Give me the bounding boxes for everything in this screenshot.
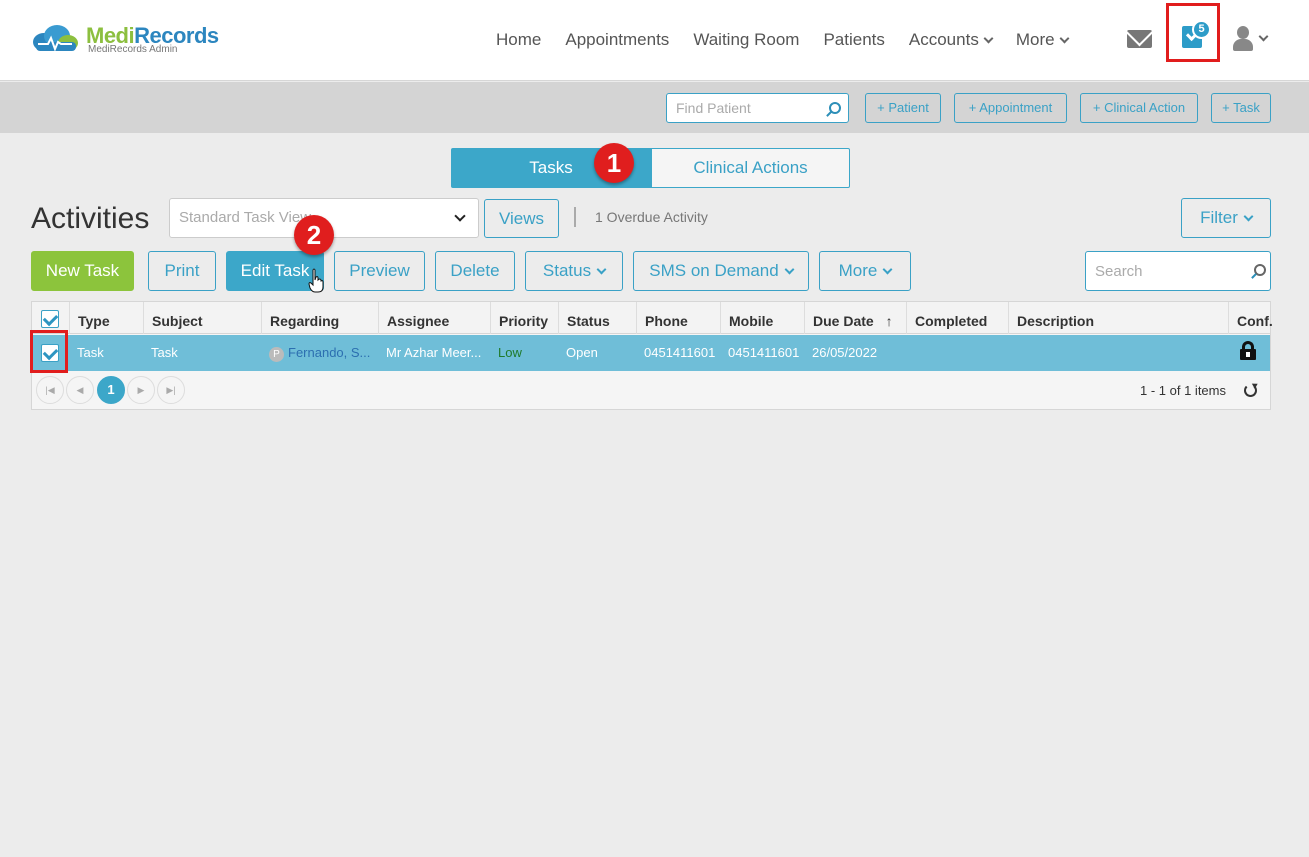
- cell-phone: 0451411601: [644, 345, 716, 360]
- col-phone[interactable]: Phone: [636, 302, 720, 334]
- top-navbar: MediRecords MediRecords Admin Home Appoi…: [0, 0, 1309, 81]
- chevron-down-icon: [1243, 211, 1254, 222]
- grid-search-placeholder: Search: [1095, 263, 1143, 280]
- chevron-down-icon: [983, 33, 994, 44]
- table-row[interactable]: Task Task P Fernando, S... Mr Azhar Meer.…: [30, 330, 1270, 373]
- activities-grid: Type Subject Regarding Assignee Priority…: [30, 301, 1273, 410]
- col-subject[interactable]: Subject: [143, 302, 261, 334]
- sms-on-demand-button[interactable]: SMS on Demand: [633, 251, 809, 291]
- overdue-count[interactable]: 1 Overdue Activity: [595, 209, 708, 225]
- chevron-down-icon: [882, 264, 893, 275]
- regarding-patient-link[interactable]: Fernando, S...: [288, 345, 370, 360]
- select-all-checkbox[interactable]: [41, 310, 59, 328]
- cell-description: [1008, 335, 1228, 371]
- grid-pager: |◀ ◀ 1 ▶ ▶| 1 - 1 of 1 items: [32, 372, 1270, 410]
- last-page-button[interactable]: ▶|: [157, 376, 185, 404]
- print-button[interactable]: Print: [148, 251, 216, 291]
- col-completed[interactable]: Completed: [906, 302, 1008, 334]
- tab-clinical-actions[interactable]: Clinical Actions: [651, 148, 850, 188]
- sort-ascending-icon: ↑: [885, 313, 893, 329]
- next-page-button[interactable]: ▶: [127, 376, 155, 404]
- cell-mobile: 0451411601: [728, 345, 800, 360]
- cell-status: Open: [566, 345, 598, 360]
- step-marker-2: 2: [294, 215, 334, 255]
- col-priority[interactable]: Priority: [490, 302, 558, 334]
- chevron-down-icon: [596, 264, 607, 275]
- cloud-logo-icon: [33, 25, 78, 52]
- add-clinical-action-button[interactable]: + Clinical Action: [1080, 93, 1198, 123]
- prev-page-button[interactable]: ◀: [66, 376, 94, 404]
- cell-assignee: Mr Azhar Meer...: [386, 345, 482, 360]
- row-checkbox[interactable]: [41, 344, 59, 362]
- cell-type: Task: [77, 345, 104, 360]
- nav-home[interactable]: Home: [496, 30, 541, 50]
- preview-button[interactable]: Preview: [334, 251, 425, 291]
- nav-accounts[interactable]: Accounts: [908, 30, 994, 50]
- col-confidential[interactable]: Conf.: [1228, 302, 1273, 334]
- mail-icon[interactable]: [1127, 30, 1152, 48]
- cell-completed: [906, 335, 1008, 371]
- divider: [574, 207, 576, 227]
- page-title: Activities: [31, 202, 150, 235]
- filter-button[interactable]: Filter: [1181, 198, 1271, 238]
- chevron-down-icon: [454, 210, 466, 222]
- chevron-down-icon: [1059, 33, 1070, 44]
- medirecords-logo[interactable]: MediRecords MediRecords Admin: [30, 24, 219, 55]
- nav-waiting-room[interactable]: Waiting Room: [693, 30, 799, 50]
- page-button[interactable]: 1: [97, 376, 125, 404]
- col-description[interactable]: Description: [1008, 302, 1228, 334]
- nav-more[interactable]: More: [1015, 30, 1070, 50]
- tasks-icon-highlight[interactable]: 5: [1166, 3, 1220, 62]
- nav-appointments[interactable]: Appointments: [565, 30, 669, 50]
- find-patient-input[interactable]: Find Patient: [666, 93, 849, 123]
- nav-patients[interactable]: Patients: [823, 30, 884, 50]
- grid-search-input[interactable]: Search: [1085, 251, 1271, 291]
- filter-label: Filter: [1200, 208, 1238, 227]
- more-label: More: [838, 261, 878, 280]
- col-regarding[interactable]: Regarding: [261, 302, 378, 334]
- refresh-icon[interactable]: [1244, 384, 1257, 397]
- tasks-count-badge: 5: [1192, 20, 1211, 39]
- lock-icon: [1240, 341, 1256, 361]
- cell-subject: Task: [151, 345, 178, 360]
- new-task-button[interactable]: New Task: [31, 251, 134, 291]
- col-assignee[interactable]: Assignee: [378, 302, 490, 334]
- hand-cursor-icon: [308, 268, 324, 293]
- nav-accounts-label: Accounts: [908, 30, 979, 49]
- cell-regarding: P Fernando, S...: [261, 335, 378, 371]
- patient-badge-icon: P: [269, 347, 284, 362]
- status-button[interactable]: Status: [525, 251, 623, 291]
- user-icon: [1237, 26, 1249, 39]
- nav-more-label: More: [1015, 30, 1055, 49]
- find-patient-placeholder: Find Patient: [676, 100, 751, 116]
- task-view-value: Standard Task View: [179, 209, 312, 226]
- col-due-date-label: Due Date: [813, 313, 874, 329]
- views-button[interactable]: Views: [484, 199, 559, 238]
- col-type[interactable]: Type: [69, 302, 143, 334]
- add-patient-button[interactable]: + Patient: [865, 93, 941, 123]
- user-menu[interactable]: [1233, 26, 1273, 54]
- chevron-down-icon: [784, 264, 795, 275]
- search-icon: [829, 102, 841, 114]
- grid-header: Type Subject Regarding Assignee Priority…: [32, 302, 1273, 334]
- chevron-down-icon: [1258, 31, 1269, 42]
- search-icon: [1254, 264, 1266, 276]
- delete-button[interactable]: Delete: [435, 251, 515, 291]
- sms-label: SMS on Demand: [649, 261, 779, 280]
- main-nav: Home Appointments Waiting Room Patients …: [496, 30, 1092, 50]
- col-status[interactable]: Status: [558, 302, 636, 334]
- status-label: Status: [542, 261, 592, 280]
- items-count: 1 - 1 of 1 items: [1140, 383, 1226, 398]
- cell-priority: Low: [498, 345, 522, 360]
- first-page-button[interactable]: |◀: [36, 376, 64, 404]
- add-appointment-button[interactable]: + Appointment: [954, 93, 1067, 123]
- add-task-button[interactable]: + Task: [1211, 93, 1271, 123]
- col-mobile[interactable]: Mobile: [720, 302, 804, 334]
- cell-due-date: 26/05/2022: [812, 345, 878, 360]
- more-button[interactable]: More: [819, 251, 911, 291]
- quick-action-bar: Find Patient + Patient + Appointment + C…: [0, 82, 1309, 133]
- step-marker-1: 1: [594, 143, 634, 183]
- col-due-date[interactable]: Due Date ↑: [804, 302, 906, 334]
